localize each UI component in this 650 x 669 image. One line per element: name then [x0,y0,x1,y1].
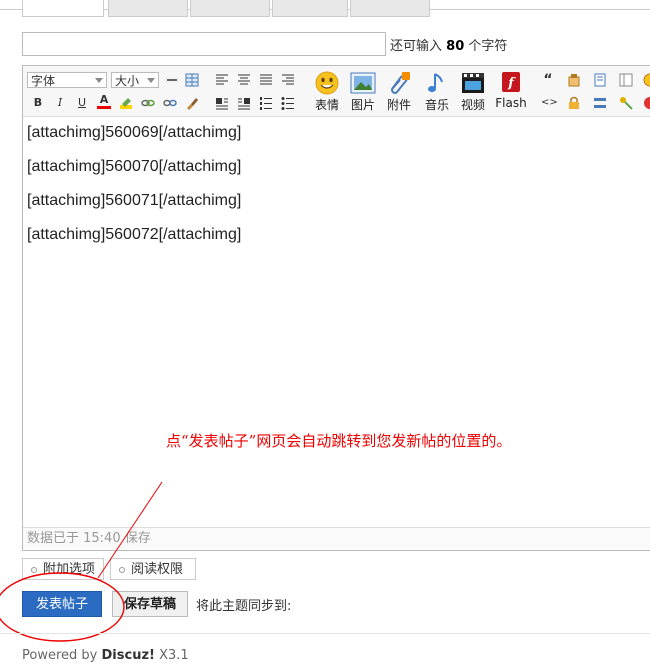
brand-link[interactable]: Discuz! [102,648,155,663]
annotation-circle [0,572,125,642]
annotation-arrow-line [97,481,163,579]
footer: Powered by Discuz! X3.1 [22,648,189,663]
powered-by-text: Powered by [22,648,98,663]
version-text: X3.1 [159,648,189,663]
annotation-overlay [0,481,163,642]
footer-divider [0,633,650,634]
